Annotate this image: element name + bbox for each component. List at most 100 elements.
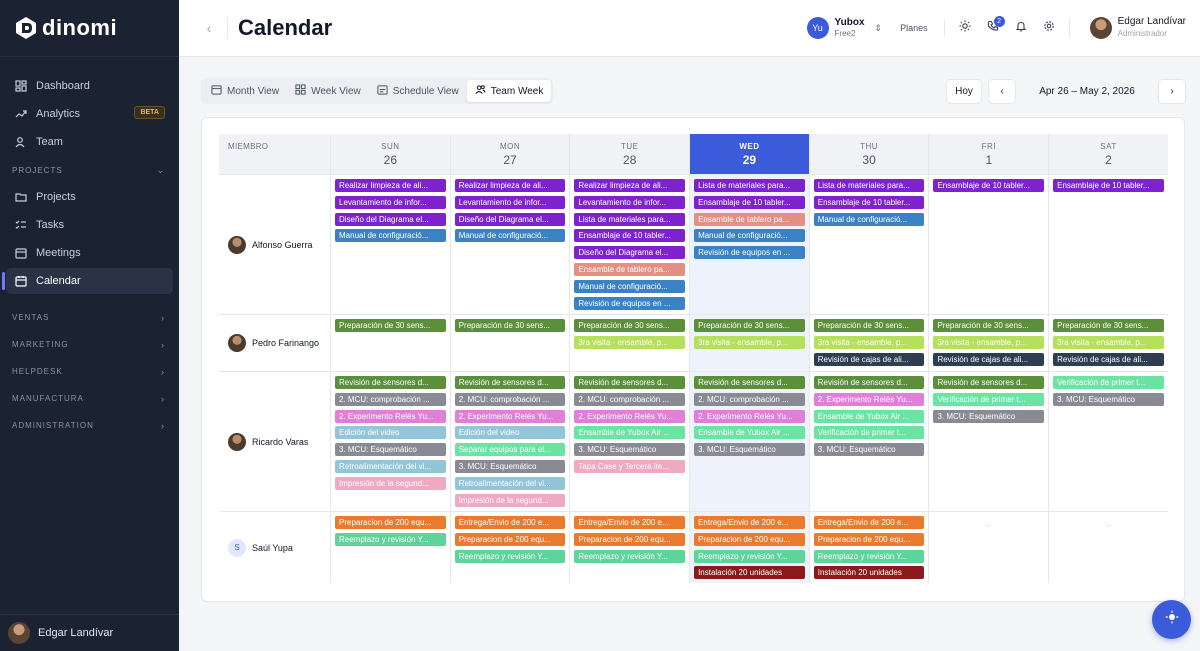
event-chip[interactable]: Preparacion de 200 equ... <box>694 532 805 546</box>
event-chip[interactable]: 2. Experimento Relés Yu... <box>694 409 805 423</box>
event-chip[interactable]: Realizar limpieza de ali... <box>454 179 566 192</box>
event-chip[interactable]: Diseño del Diagrama el... <box>335 212 446 226</box>
day-cell[interactable]: Entrega/Envio de 200 e... Preparacion de … <box>449 512 570 583</box>
event-chip[interactable]: 3ra visita - ensamble, p... <box>813 335 925 349</box>
event-chip[interactable]: Ensamblaje de 10 tabler... <box>694 195 805 209</box>
event-chip[interactable]: Preparación de 30 sens... <box>933 319 1045 332</box>
event-chip[interactable]: 3. MCU: Esquemático <box>574 443 686 457</box>
event-chip[interactable]: Instalación 20 unidades <box>694 566 805 580</box>
day-cell[interactable]: – <box>1048 512 1168 583</box>
event-chip[interactable]: Entrega/Envio de 200 e... <box>694 516 805 529</box>
day-cell[interactable]: Lista de materiales para... Ensamblaje de… <box>808 175 929 314</box>
event-chip[interactable]: Ensamble de Yubox Air ... <box>813 409 925 423</box>
event-chip[interactable]: Ensamblaje de 10 tabler... <box>1053 179 1164 192</box>
event-chip[interactable]: Ensamblaje de 10 tabler... <box>933 179 1045 192</box>
chat-fab-button[interactable] <box>1152 600 1191 639</box>
event-chip[interactable]: Manual de configuració... <box>454 229 566 243</box>
day-cell[interactable]: Preparación de 30 sens... <box>449 315 570 371</box>
event-chip[interactable]: Reemplazo y revisión Y... <box>813 549 925 563</box>
day-cell[interactable]: Preparación de 30 sens... 3ra visita - en… <box>1048 315 1168 371</box>
tab-week-view[interactable]: Week View <box>287 80 369 102</box>
section-administration[interactable]: ADMINISTRATION › <box>0 412 179 439</box>
member-cell[interactable]: S Saúl Yupa <box>219 512 330 583</box>
event-chip[interactable]: 2. MCU: comprobación ... <box>454 392 566 406</box>
notifications-button[interactable] <box>1007 14 1035 42</box>
event-chip[interactable]: Revisión de sensores d... <box>694 376 805 389</box>
sidebar-item-calendar[interactable]: Calendar <box>2 268 173 294</box>
event-chip[interactable]: Ensamble de Yubox Air ... <box>694 426 805 440</box>
event-chip[interactable]: Ensamble de tablero pa... <box>694 212 805 226</box>
event-chip[interactable]: Lista de materiales para... <box>694 179 805 192</box>
event-chip[interactable]: Reemplazo y revisión Y... <box>574 549 686 563</box>
day-cell[interactable]: Verificación de primer t... 3. MCU: Esque… <box>1048 372 1168 511</box>
calls-button[interactable]: 2 <box>979 14 1007 42</box>
event-chip[interactable]: Preparación de 30 sens... <box>335 319 446 332</box>
user-menu[interactable]: Edgar Landívar Administrador <box>1089 16 1186 40</box>
sidebar-user[interactable]: Edgar Landívar <box>0 614 179 651</box>
event-chip[interactable]: Revisión de cajas de ali... <box>813 352 925 366</box>
sidebar-item-dashboard[interactable]: Dashboard <box>6 73 173 99</box>
section-manufactura[interactable]: MANUFACTURA › <box>0 385 179 412</box>
event-chip[interactable]: Instalación 20 unidades <box>813 566 925 580</box>
event-chip[interactable]: Diseño del Diagrama el... <box>574 246 686 260</box>
prev-week-button[interactable]: ‹ <box>988 78 1016 104</box>
event-chip[interactable]: 3. MCU: Esquemático <box>694 443 805 457</box>
event-chip[interactable]: 3. MCU: Esquemático <box>933 409 1045 423</box>
member-cell[interactable]: Pedro Farinango <box>219 315 330 371</box>
event-chip[interactable]: 2. MCU: comprobación ... <box>694 392 805 406</box>
sidebar-item-team[interactable]: Team <box>6 129 173 155</box>
sidebar-item-analytics[interactable]: Analytics BETA <box>6 101 173 127</box>
day-cell[interactable]: Preparacion de 200 equ... Reemplazo y rev… <box>330 512 450 583</box>
event-chip[interactable]: Entrega/Envio de 200 e... <box>454 516 566 529</box>
tab-month-view[interactable]: Month View <box>203 80 287 102</box>
day-cell[interactable]: Realizar limpieza de ali... Levantamiento… <box>569 175 689 314</box>
event-chip[interactable]: Manual de configuració... <box>694 229 805 243</box>
event-chip[interactable]: Entrega/Envio de 200 e... <box>574 516 686 529</box>
event-chip[interactable]: Revisión de sensores d... <box>454 376 566 389</box>
event-chip[interactable]: Ensamble de tablero pa... <box>574 262 686 276</box>
event-chip[interactable]: Levantamiento de infor... <box>574 195 686 209</box>
event-chip[interactable]: Revisión de sensores d... <box>574 376 686 389</box>
event-chip[interactable]: Revisión de sensores d... <box>335 376 446 389</box>
day-cell[interactable]: Preparación de 30 sens... 3ra visita - en… <box>689 315 809 371</box>
day-cell[interactable]: Entrega/Envio de 200 e... Preparacion de … <box>569 512 689 583</box>
event-chip[interactable]: Manual de configuració... <box>813 212 925 226</box>
planes-link[interactable]: Planes <box>900 23 928 33</box>
event-chip[interactable]: Entrega/Envio de 200 e... <box>813 516 925 529</box>
event-chip[interactable]: 2. Experimento Relés Yu... <box>574 409 686 423</box>
day-cell[interactable]: Realizar limpieza de ali... Levantamiento… <box>330 175 450 314</box>
event-chip[interactable]: Reemplazo y revisión Y... <box>454 549 566 563</box>
day-cell[interactable]: Revisión de sensores d... 2. MCU: comprob… <box>689 372 809 511</box>
day-cell[interactable]: Ensamblaje de 10 tabler... <box>1048 175 1168 314</box>
event-chip[interactable]: Levantamiento de infor... <box>454 195 566 209</box>
sidebar-item-projects[interactable]: Projects <box>6 184 173 210</box>
event-chip[interactable]: Verificación de primer t... <box>933 392 1045 406</box>
day-cell[interactable]: Revisión de sensores d... 2. MCU: comprob… <box>449 372 570 511</box>
day-cell[interactable]: Preparación de 30 sens... <box>330 315 450 371</box>
section-ventas[interactable]: VENTAS › <box>0 304 179 331</box>
section-helpdesk[interactable]: HELPDESK › <box>0 358 179 385</box>
day-cell[interactable]: Preparación de 30 sens... 3ra visita - en… <box>808 315 929 371</box>
event-chip[interactable]: Reemplazo y revisión Y... <box>694 549 805 563</box>
event-chip[interactable]: Impresión de la segund... <box>454 493 566 507</box>
member-cell[interactable]: Alfonso Guerra <box>219 175 330 314</box>
event-chip[interactable]: Lista de materiales para... <box>574 212 686 226</box>
event-chip[interactable]: Ensamblaje de 10 tabler... <box>574 229 686 243</box>
theme-toggle-button[interactable] <box>951 14 979 42</box>
day-cell[interactable]: Revisión de sensores d... Verificación de… <box>928 372 1048 511</box>
event-chip[interactable]: Revisión de sensores d... <box>933 376 1045 389</box>
event-chip[interactable]: Edición del video <box>335 426 446 440</box>
sidebar-item-tasks[interactable]: Tasks <box>6 212 173 238</box>
event-chip[interactable]: Manual de configuració... <box>335 229 446 243</box>
day-cell[interactable]: Preparación de 30 sens... 3ra visita - en… <box>928 315 1048 371</box>
day-cell[interactable]: – <box>928 512 1048 583</box>
day-cell[interactable]: Lista de materiales para... Ensamblaje de… <box>689 175 809 314</box>
today-button[interactable]: Hoy <box>946 78 982 104</box>
event-chip[interactable]: Reemplazo y revisión Y... <box>335 532 446 546</box>
event-chip[interactable]: 2. Experimento Relés Yu... <box>454 409 566 423</box>
section-marketing[interactable]: MARKETING › <box>0 331 179 358</box>
event-chip[interactable]: Revisión de equipos en ... <box>574 296 686 310</box>
event-chip[interactable]: 2. MCU: comprobación ... <box>335 392 446 406</box>
day-cell[interactable]: Revisión de sensores d... 2. MCU: comprob… <box>569 372 689 511</box>
event-chip[interactable]: Lista de materiales para... <box>813 179 925 192</box>
